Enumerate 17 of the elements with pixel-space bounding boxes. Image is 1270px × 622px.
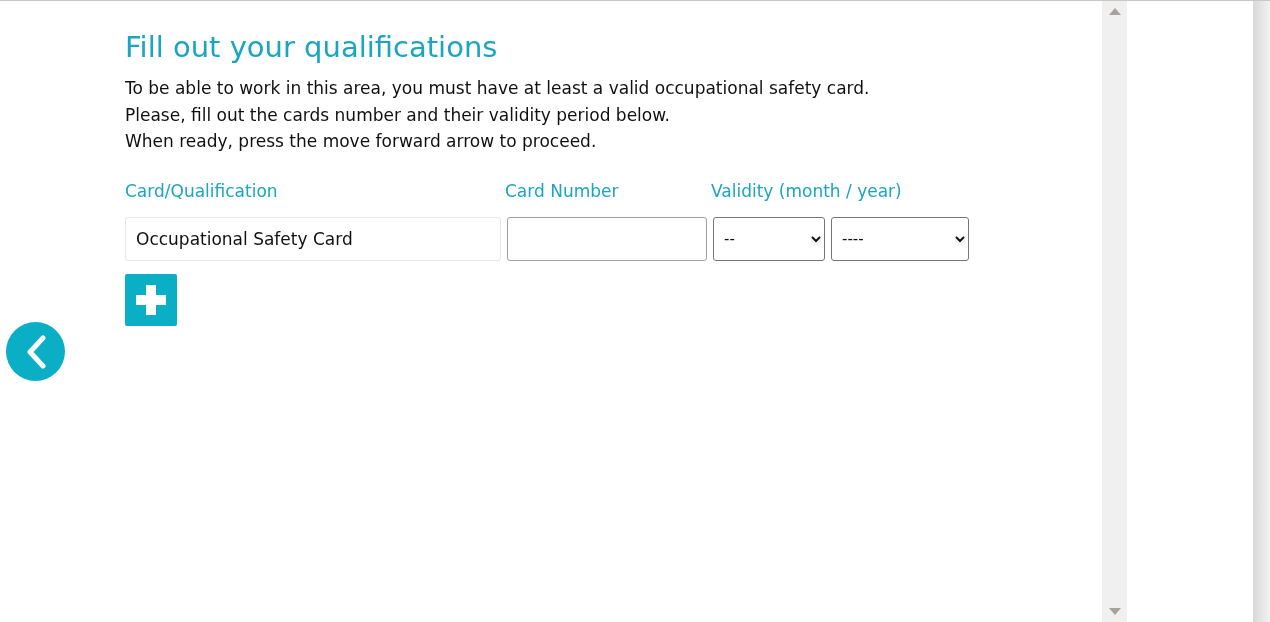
chevron-left-icon — [24, 334, 47, 369]
instruction-text: To be able to work in this area, you must have at least a valid occupational safety card. — [125, 77, 871, 100]
instruction-text: When ready, press the move forward arrow to proceed. — [125, 130, 598, 153]
scroll-down-icon — [1108, 608, 1121, 615]
qualification-field[interactable]: Occupational Safety Card — [125, 216, 501, 261]
column-header: Card/Qualification — [125, 180, 279, 201]
column-header: Validity (month / year) — [711, 180, 903, 201]
plus-icon — [134, 282, 168, 317]
month-select[interactable]: -- — [713, 216, 825, 261]
scrollbar[interactable] — [1102, 1, 1127, 622]
scroll-up-icon — [1108, 8, 1121, 15]
year-select[interactable]: ---- — [831, 216, 969, 261]
column-header: Card Number — [505, 180, 620, 201]
card-number-field[interactable] — [507, 216, 707, 261]
instruction-text: Please, fill out the cards number and their validity period below. — [125, 103, 671, 127]
add-button[interactable] — [125, 273, 177, 326]
page-title: Fill out your qualifications — [125, 29, 499, 65]
